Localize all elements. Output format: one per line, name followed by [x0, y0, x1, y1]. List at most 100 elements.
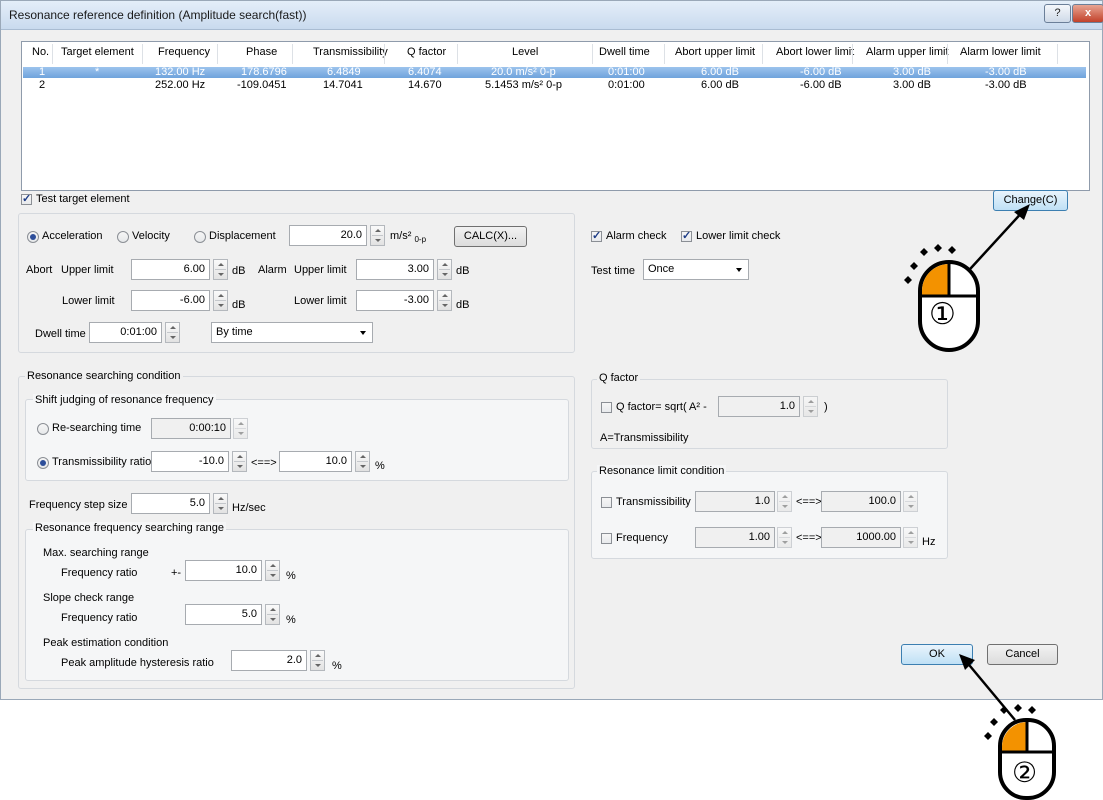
limit-freq-unit: Hz: [922, 536, 936, 548]
cell-no: 1: [39, 66, 46, 78]
limit-trans-low-input[interactable]: 1.0: [695, 491, 775, 512]
acceleration-label: Acceleration: [42, 230, 103, 242]
peak-hysteresis-spinner[interactable]: [310, 650, 325, 671]
cell-no: 2: [39, 79, 46, 91]
cell-transmissibility: 14.7041: [323, 79, 363, 91]
col-header-transmissibility[interactable]: Transmissibility: [313, 46, 388, 58]
cell-q-factor: 6.4074: [408, 66, 442, 78]
cell-frequency: 252.00 Hz: [155, 79, 206, 91]
alarm-upper-spinner[interactable]: [437, 259, 452, 280]
alarm-upper-input[interactable]: 3.00: [356, 259, 434, 280]
peak-hysteresis-input[interactable]: 2.0: [231, 650, 307, 671]
trans-ratio-low-input[interactable]: -10.0: [151, 451, 229, 472]
test-time-select[interactable]: Once: [643, 259, 749, 280]
q-factor-formula: Q factor= sqrt( A² -: [616, 401, 707, 413]
displacement-radio[interactable]: [194, 231, 206, 243]
limit-freq-high-spinner[interactable]: [903, 527, 918, 548]
plus-minus-label: +-: [171, 567, 182, 579]
col-header-dwell[interactable]: Dwell time: [599, 46, 650, 58]
col-header-alarm-upper[interactable]: Alarm upper limit: [866, 46, 949, 58]
abort-lower-unit: dB: [232, 299, 246, 311]
col-header-alarm-lower[interactable]: Alarm lower limit: [960, 46, 1041, 58]
step-size-spinner[interactable]: [213, 493, 228, 514]
max-range-spinner[interactable]: [265, 560, 280, 581]
col-header-frequency[interactable]: Frequency: [158, 46, 210, 58]
re-searching-input[interactable]: 0:00:10: [151, 418, 231, 439]
col-header-q-factor[interactable]: Q factor: [407, 46, 446, 58]
q-factor-input[interactable]: 1.0: [718, 396, 800, 417]
col-header-abort-upper[interactable]: Abort upper limit: [675, 46, 755, 58]
trans-ratio-unit: %: [375, 460, 385, 472]
cell-alarm-upper: 3.00 dB: [893, 66, 931, 78]
re-searching-spinner[interactable]: [233, 418, 248, 439]
table-row[interactable]: 2 252.00 Hz -109.0451 14.7041 14.670 5.1…: [23, 80, 1086, 91]
dwell-spinner[interactable]: [165, 322, 180, 343]
col-header-target[interactable]: Target element: [61, 46, 134, 58]
limit-trans-between: <==>: [796, 496, 822, 508]
abort-upper-spinner[interactable]: [213, 259, 228, 280]
trans-ratio-between: <==>: [251, 457, 277, 469]
step-size-input[interactable]: 5.0: [131, 493, 210, 514]
velocity-label: Velocity: [132, 230, 170, 242]
re-searching-radio[interactable]: [37, 423, 49, 435]
cell-dwell: 0:01:00: [608, 79, 645, 91]
annotation-step-2: ②: [1012, 756, 1038, 789]
q-factor-title: Q factor: [597, 372, 641, 384]
limit-frequency-checkbox[interactable]: [601, 533, 612, 544]
slope-range-spinner[interactable]: [265, 604, 280, 625]
title-bar: Resonance reference definition (Amplitud…: [1, 1, 1103, 30]
limit-trans-high-spinner[interactable]: [903, 491, 918, 512]
lower-limit-check-checkbox[interactable]: [681, 229, 692, 242]
limit-freq-low-input[interactable]: 1.00: [695, 527, 775, 548]
resonance-list[interactable]: No. Target element Frequency Phase Trans…: [21, 41, 1090, 191]
acceleration-radio[interactable]: [27, 231, 39, 243]
q-factor-note: A=Transmissibility: [600, 432, 689, 444]
abort-lower-input[interactable]: -6.00: [131, 290, 210, 311]
q-factor-checkbox[interactable]: [601, 402, 612, 413]
dwell-mode-select[interactable]: By time: [211, 322, 373, 343]
max-range-ratio-label: Frequency ratio: [61, 567, 138, 579]
col-header-abort-lower[interactable]: Abort lower limit: [776, 46, 854, 58]
dwell-input[interactable]: 0:01:00: [89, 322, 162, 343]
col-header-level[interactable]: Level: [512, 46, 538, 58]
cell-q-factor: 14.670: [408, 79, 442, 91]
abort-upper-input[interactable]: 6.00: [131, 259, 210, 280]
help-button[interactable]: ?: [1044, 4, 1071, 23]
trans-ratio-high-spinner[interactable]: [355, 451, 370, 472]
velocity-radio[interactable]: [117, 231, 129, 243]
trans-ratio-radio[interactable]: [37, 457, 49, 469]
level-input[interactable]: 20.0: [289, 225, 367, 246]
col-header-phase[interactable]: Phase: [246, 46, 277, 58]
level-unit: m/s² 0-p: [390, 230, 427, 245]
calc-button[interactable]: CALC(X)...: [454, 226, 527, 247]
limit-freq-high-input[interactable]: 1000.00: [821, 527, 901, 548]
limit-transmissibility-checkbox[interactable]: [601, 497, 612, 508]
annotation-step-1: ①: [929, 297, 956, 332]
cell-abort-lower: -6.00 dB: [800, 66, 842, 78]
peak-hysteresis-unit: %: [332, 660, 342, 672]
step-size-unit: Hz/sec: [232, 502, 266, 514]
limit-transmissibility-label: Transmissibility: [616, 496, 691, 508]
table-row[interactable]: 1 * 132.00 Hz 178.6796 6.4849 6.4074 20.…: [23, 67, 1086, 78]
lower-limit-check-label: Lower limit check: [696, 230, 781, 242]
limit-freq-between: <==>: [796, 532, 822, 544]
cell-abort-lower: -6.00 dB: [800, 79, 842, 91]
trans-ratio-low-spinner[interactable]: [232, 451, 247, 472]
col-header-no[interactable]: No.: [32, 46, 49, 58]
close-button[interactable]: x: [1072, 4, 1103, 23]
abort-lower-spinner[interactable]: [213, 290, 228, 311]
test-target-checkbox[interactable]: [21, 192, 32, 205]
level-spinner[interactable]: [370, 225, 385, 246]
alarm-check-checkbox[interactable]: [591, 229, 602, 242]
trans-ratio-high-input[interactable]: 10.0: [279, 451, 352, 472]
dwell-mode-value: By time: [216, 326, 253, 338]
max-range-input[interactable]: 10.0: [185, 560, 262, 581]
alarm-lower-input[interactable]: -3.00: [356, 290, 434, 311]
limit-frequency-label: Frequency: [616, 532, 668, 544]
q-factor-spinner[interactable]: [803, 396, 818, 417]
limit-freq-low-spinner[interactable]: [777, 527, 792, 548]
slope-range-input[interactable]: 5.0: [185, 604, 262, 625]
limit-trans-high-input[interactable]: 100.0: [821, 491, 901, 512]
alarm-lower-spinner[interactable]: [437, 290, 452, 311]
limit-trans-low-spinner[interactable]: [777, 491, 792, 512]
